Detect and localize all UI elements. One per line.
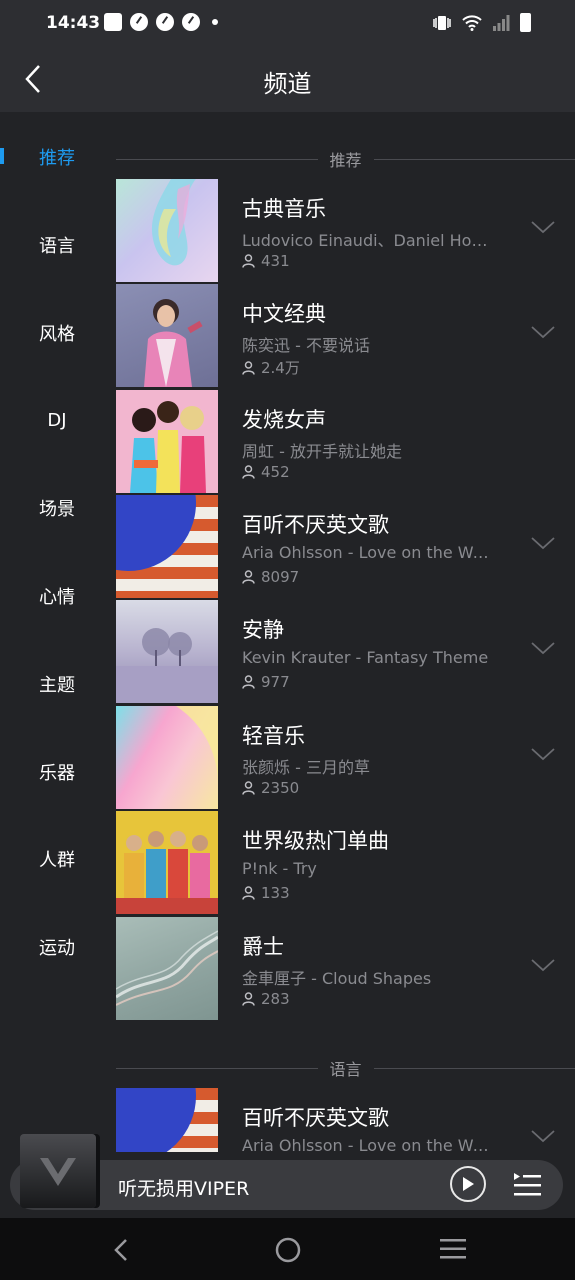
channel-name: 爵士 (242, 935, 284, 959)
player-title: 听无损用VIPER (118, 1178, 250, 1200)
status-bar: 14:43 (0, 0, 575, 46)
channel-song: 金車厘子 - Cloud Shapes (242, 969, 432, 988)
sidebar-item-instrument[interactable]: 乐器 (0, 752, 112, 792)
player-album-art[interactable] (20, 1134, 96, 1208)
nav-back-icon[interactable] (112, 1238, 130, 1262)
sidebar-item-language[interactable]: 语言 (0, 225, 112, 265)
channel-item[interactable]: 世界级热门单曲 P!nk - Try 133 (116, 811, 575, 914)
app-header: 频道 (0, 46, 575, 112)
viper-logo-icon (40, 1158, 76, 1186)
cover-pastel-swirl (116, 179, 218, 282)
more-notifications-icon (212, 19, 218, 25)
listener-count: 283 (261, 990, 290, 1008)
channel-item[interactable]: 百听不厌英文歌 Aria Ohlsson - Love on the Weeke… (116, 495, 575, 598)
channel-song: P!nk - Try (242, 859, 317, 878)
channel-item[interactable]: 古典音乐 Ludovico Einaudi、Daniel Hope、I Virt… (116, 179, 575, 282)
mail-icon (104, 13, 122, 31)
channel-name: 轻音乐 (242, 724, 305, 748)
listener-count: 133 (261, 884, 290, 902)
channel-song: 周虹 - 放开手就让她走 (242, 442, 402, 461)
channel-song: Ludovico Einaudi、Daniel Hope、I Virtuosi … (242, 231, 494, 250)
channel-song: 陈奕迅 - 不要说话 (242, 336, 370, 355)
channel-item[interactable]: 发烧女声 周虹 - 放开手就让她走 452 (116, 390, 575, 493)
channel-name: 发烧女声 (242, 408, 326, 432)
chevron-down-icon[interactable] (531, 324, 555, 340)
chevron-down-icon[interactable] (531, 640, 555, 656)
sidebar-item-scene[interactable]: 场景 (0, 488, 112, 528)
sidebar-item-mood[interactable]: 心情 (0, 576, 112, 616)
channel-item[interactable]: 安静 Kevin Krauter - Fantasy Theme 977 (116, 600, 575, 703)
vibrate-icon (433, 15, 451, 30)
status-time: 14:43 (46, 13, 101, 33)
cover-blue-circle-stripes (116, 1088, 218, 1152)
channel-name: 百听不厌英文歌 (242, 1106, 389, 1130)
cover-singer-portrait (116, 284, 218, 387)
listener-count: 452 (261, 463, 290, 481)
nav-recents-icon[interactable] (440, 1238, 466, 1260)
channel-item[interactable]: 爵士 金車厘子 - Cloud Shapes 283 (116, 917, 575, 1020)
channel-item[interactable]: 中文经典 陈奕迅 - 不要说话 2.4万 (116, 284, 575, 387)
channel-item[interactable]: 轻音乐 张颜烁 - 三月的草 2350 (116, 706, 575, 809)
chevron-down-icon[interactable] (531, 535, 555, 551)
cover-band-photo (116, 811, 218, 914)
user-icon (242, 570, 255, 584)
sidebar-item-theme[interactable]: 主题 (0, 664, 112, 704)
channel-song: Aria Ohlsson - Love on the Weekend (242, 1136, 494, 1152)
user-icon (242, 675, 255, 689)
channel-song: Kevin Krauter - Fantasy Theme (242, 648, 489, 667)
gauge-icon (156, 13, 174, 31)
user-icon (242, 360, 255, 375)
channel-song: Aria Ohlsson - Love on the Weekend (242, 543, 494, 562)
cover-blue-circle-stripes (116, 495, 218, 598)
user-icon (242, 886, 255, 900)
cover-frosty-trees (116, 600, 218, 703)
section-header-recommend: 推荐 (116, 147, 575, 171)
play-button[interactable] (450, 1166, 486, 1202)
chevron-down-icon[interactable] (531, 1128, 555, 1144)
wifi-icon (462, 14, 482, 31)
user-icon (242, 992, 255, 1006)
section-title: 推荐 (329, 151, 362, 170)
section-title: 语言 (329, 1060, 362, 1079)
play-icon (463, 1177, 474, 1191)
listener-count: 977 (261, 673, 290, 691)
signal-icon (493, 14, 510, 31)
playlist-queue-icon[interactable] (511, 1170, 543, 1198)
channel-name: 安静 (242, 618, 284, 642)
sidebar-item-style[interactable]: 风格 (0, 313, 112, 353)
sidebar-item-crowd[interactable]: 人群 (0, 839, 112, 879)
listener-count: 8097 (261, 568, 300, 586)
chevron-down-icon[interactable] (531, 746, 555, 762)
cover-pink-gradient (116, 706, 218, 809)
listener-count: 431 (261, 252, 290, 270)
channel-name: 中文经典 (242, 302, 326, 326)
listener-count: 2350 (261, 779, 300, 797)
chevron-down-icon[interactable] (531, 957, 555, 973)
cover-three-women (116, 390, 218, 493)
channel-name: 古典音乐 (242, 197, 326, 221)
sidebar-item-sports[interactable]: 运动 (0, 927, 112, 967)
user-icon (242, 781, 255, 795)
chevron-down-icon[interactable] (531, 219, 555, 235)
user-icon (242, 254, 255, 268)
cover-smoke-waves (116, 917, 218, 1020)
gauge-icon (182, 13, 200, 31)
section-header-language: 语言 (116, 1056, 575, 1080)
channel-name: 百听不厌英文歌 (242, 513, 389, 537)
sidebar-item-dj[interactable]: DJ (0, 400, 112, 440)
page-title: 频道 (263, 70, 312, 98)
gauge-icon (130, 13, 148, 31)
sidebar-item-recommend[interactable]: 推荐 (0, 137, 112, 177)
channel-item[interactable]: 百听不厌英文歌 Aria Ohlsson - Love on the Weeke… (116, 1088, 575, 1152)
system-nav-bar (0, 1218, 575, 1280)
battery-icon (520, 13, 531, 32)
nav-home-icon[interactable] (274, 1236, 302, 1264)
listener-count: 2.4万 (261, 359, 300, 377)
user-icon (242, 465, 255, 479)
channel-song: 张颜烁 - 三月的草 (242, 758, 370, 777)
channel-name: 世界级热门单曲 (242, 829, 389, 853)
